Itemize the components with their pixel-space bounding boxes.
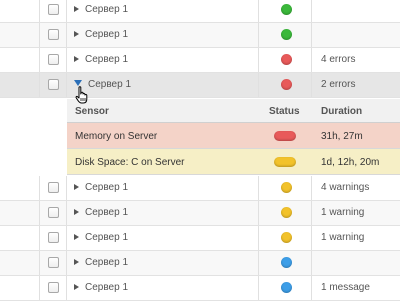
- server-row[interactable]: Сервер 1: [0, 251, 400, 276]
- server-name[interactable]: Сервер 1: [74, 232, 128, 243]
- server-label: Сервер 1: [85, 232, 129, 243]
- expand-arrow-icon[interactable]: [74, 209, 79, 215]
- checkbox-cell: [39, 251, 67, 275]
- server-name[interactable]: Сервер 1: [74, 29, 128, 40]
- checkbox-cell: [39, 73, 67, 97]
- expand-arrow-icon[interactable]: [74, 6, 79, 12]
- status-dot-icon: [281, 207, 292, 218]
- duration-column-header[interactable]: Duration: [321, 106, 362, 117]
- status-cell: [258, 201, 312, 225]
- server-name[interactable]: Сервер 1: [74, 54, 128, 65]
- checkbox-cell: [39, 48, 67, 72]
- status-dot-icon: [281, 282, 292, 293]
- sensor-duration: 31h, 27m: [321, 131, 363, 142]
- status-cell: [258, 73, 312, 97]
- status-dot-icon: [281, 232, 292, 243]
- server-name[interactable]: Сервер 1: [74, 4, 128, 15]
- server-row[interactable]: Сервер 1 1 warning: [0, 201, 400, 226]
- sensor-name: Disk Space: C on Server: [75, 157, 185, 168]
- server-name[interactable]: Сервер 1: [74, 282, 128, 293]
- expand-arrow-icon[interactable]: [74, 31, 79, 37]
- server-info: 2 errors: [321, 79, 356, 90]
- expand-arrow-icon[interactable]: [74, 234, 79, 240]
- server-label: Сервер 1: [85, 182, 129, 193]
- expand-arrow-icon[interactable]: [74, 259, 79, 265]
- status-dot-icon: [281, 4, 292, 15]
- expand-arrow-icon[interactable]: [74, 56, 79, 62]
- sensor-detail-panel: Sensor Status Duration Memory on Server …: [67, 99, 400, 175]
- row-checkbox[interactable]: [48, 79, 59, 90]
- server-label: Сервер 1: [85, 257, 129, 268]
- row-checkbox[interactable]: [48, 257, 59, 268]
- checkbox-cell: [39, 176, 67, 200]
- server-row[interactable]: Сервер 1 4 errors: [0, 48, 400, 73]
- hand-cursor-icon: [75, 86, 88, 104]
- server-label: Сервер 1: [85, 54, 129, 65]
- checkbox-cell: [39, 0, 67, 22]
- sensor-duration: 1d, 12h, 20m: [321, 157, 380, 168]
- status-dot-icon: [281, 54, 292, 65]
- status-cell: [258, 0, 312, 22]
- row-checkbox[interactable]: [48, 4, 59, 15]
- checkbox-cell: [39, 226, 67, 250]
- expand-arrow-icon[interactable]: [74, 284, 79, 290]
- sensor-name: Memory on Server: [75, 131, 158, 142]
- status-cell: [258, 226, 312, 250]
- server-row[interactable]: Сервер 1 1 warning: [0, 226, 400, 251]
- status-cell: [258, 23, 312, 47]
- server-label: Сервер 1: [85, 4, 129, 15]
- server-label: Сервер 1: [85, 282, 129, 293]
- row-checkbox[interactable]: [48, 54, 59, 65]
- server-row[interactable]: Сервер 1: [0, 0, 400, 23]
- status-dot-icon: [281, 79, 292, 90]
- server-label: Сервер 1: [88, 79, 132, 90]
- sensor-table-header: Sensor Status Duration: [67, 99, 400, 123]
- server-name[interactable]: Сервер 1: [74, 257, 128, 268]
- sensor-column-header[interactable]: Sensor: [75, 106, 109, 117]
- row-checkbox[interactable]: [48, 29, 59, 40]
- expand-arrow-icon[interactable]: [74, 184, 79, 190]
- sensor-row-warning[interactable]: Disk Space: C on Server 1d, 12h, 20m: [67, 149, 400, 175]
- checkbox-cell: [39, 201, 67, 225]
- server-row[interactable]: Сервер 1: [0, 23, 400, 48]
- status-cell: [258, 48, 312, 72]
- status-column-header[interactable]: Status: [269, 106, 300, 117]
- server-row[interactable]: Сервер 1 4 warnings: [0, 176, 400, 201]
- server-name[interactable]: Сервер 1: [74, 207, 128, 218]
- status-dot-icon: [281, 182, 292, 193]
- server-label: Сервер 1: [85, 29, 129, 40]
- status-cell: [258, 176, 312, 200]
- row-checkbox[interactable]: [48, 282, 59, 293]
- row-checkbox[interactable]: [48, 182, 59, 193]
- sensor-status-icon: [274, 157, 296, 167]
- server-row-expanded[interactable]: Сервер 1 2 errors: [0, 73, 400, 98]
- server-info: 4 errors: [321, 54, 356, 65]
- status-dot-icon: [281, 29, 292, 40]
- server-name[interactable]: Сервер 1: [74, 182, 128, 193]
- server-label: Сервер 1: [85, 207, 129, 218]
- row-checkbox[interactable]: [48, 232, 59, 243]
- server-info: 1 warning: [321, 232, 365, 243]
- sensor-status-icon: [274, 131, 296, 141]
- server-info: 4 warnings: [321, 182, 370, 193]
- status-cell: [258, 251, 312, 275]
- checkbox-cell: [39, 23, 67, 47]
- status-dot-icon: [281, 257, 292, 268]
- server-row[interactable]: Сервер 1 1 message: [0, 276, 400, 301]
- sensor-row-alert[interactable]: Memory on Server 31h, 27m: [67, 123, 400, 149]
- checkbox-cell: [39, 276, 67, 300]
- status-cell: [258, 276, 312, 300]
- server-info: 1 warning: [321, 207, 365, 218]
- row-checkbox[interactable]: [48, 207, 59, 218]
- server-info: 1 message: [321, 282, 370, 293]
